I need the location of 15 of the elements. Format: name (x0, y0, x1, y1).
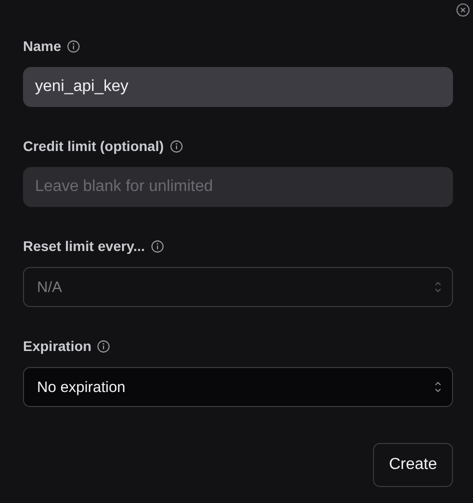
info-icon[interactable] (150, 240, 164, 252)
chevron-icon (434, 380, 442, 394)
info-icon[interactable] (170, 140, 183, 152)
select-field[interactable]: No expiration (23, 367, 453, 407)
text-field[interactable]: Leave blank for unlimited (23, 167, 453, 207)
chevron-icon (434, 280, 442, 294)
field-label: Reset limit every... (23, 238, 145, 254)
field-label: Name (23, 38, 62, 54)
create-button[interactable]: Create (372, 443, 453, 487)
info-icon[interactable] (97, 340, 110, 352)
field-label: Credit limit (optional) (23, 138, 164, 154)
close-icon[interactable] (456, 3, 470, 17)
field-label: Expiration (23, 338, 92, 354)
info-icon[interactable] (67, 40, 80, 52)
text-field[interactable]: yeni_api_key (23, 67, 453, 107)
